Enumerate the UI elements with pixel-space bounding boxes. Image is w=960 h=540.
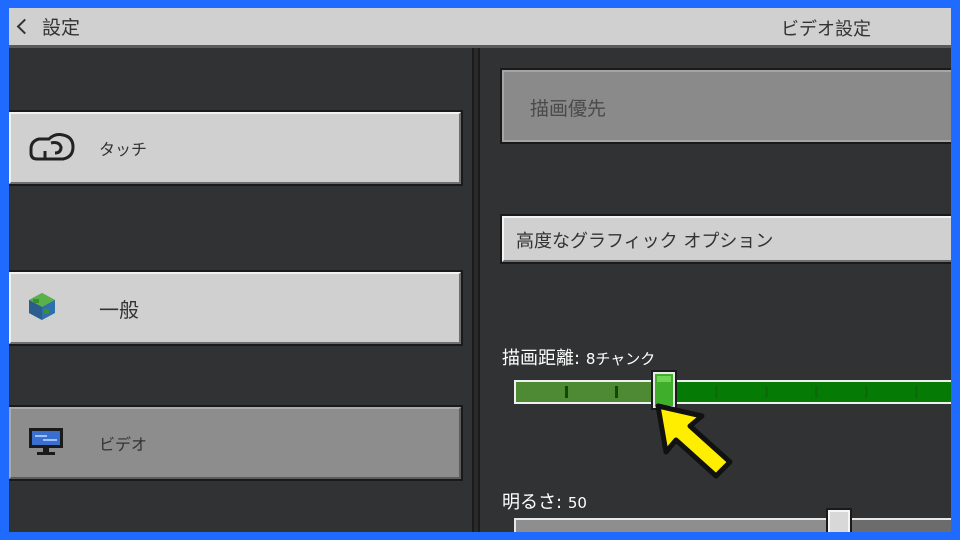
sidebar-item-general[interactable]: 一般 — [9, 270, 463, 346]
back-label: 設定 — [42, 17, 81, 39]
slider-step-tick — [865, 386, 868, 398]
brightness-slider-fill — [516, 520, 841, 532]
slider-step-tick — [615, 386, 618, 398]
slider-step-tick — [565, 386, 568, 398]
brightness-value: 50 — [567, 494, 587, 512]
sidebar-item-video[interactable]: ビデオ — [9, 405, 463, 481]
sidebar-item-label: 一般 — [99, 297, 139, 322]
graphics-mode-dropdown[interactable]: 描画優先 — [500, 68, 951, 144]
render-distance-slider-track[interactable] — [514, 380, 951, 404]
brightness-label: 明るさ: 50 — [502, 488, 587, 514]
slider-step-tick — [765, 386, 768, 398]
chevron-left-icon — [16, 18, 33, 35]
touch-hand-icon — [27, 129, 79, 167]
monitor-icon — [27, 426, 65, 460]
sidebar-item-touch[interactable]: タッチ — [9, 110, 463, 186]
render-distance-label: 描画距離: 8チャンク — [502, 344, 655, 370]
render-distance-slider-fill — [516, 382, 666, 402]
page-title: ビデオ設定 — [781, 19, 871, 40]
render-distance-title: 描画距離: — [502, 348, 581, 369]
brightness-title: 明るさ: — [502, 492, 563, 513]
brightness-slider-handle[interactable] — [826, 508, 852, 532]
render-distance-value: 8チャンク — [585, 350, 656, 368]
header-bar: 設定 ビデオ設定 — [9, 8, 951, 48]
settings-sidebar: タッチ 一般 一般 — [9, 48, 472, 532]
pointer-arrow-icon — [650, 402, 740, 486]
advanced-graphics-label: 高度なグラフィック オプション — [516, 231, 774, 252]
graphics-mode-value: 描画優先 — [530, 98, 607, 120]
globe-icon — [27, 291, 57, 325]
sidebar-item-label: タッチ — [99, 140, 148, 159]
brightness-slider-track[interactable] — [514, 518, 951, 532]
video-settings-panel: 描画優先 高度なグラフィック オプション 描画距離: 8チャンク 明るさ: 50 — [480, 48, 951, 532]
sidebar-item-label: ビデオ — [99, 435, 148, 454]
back-button[interactable]: 設定 — [9, 8, 129, 45]
advanced-graphics-button[interactable]: 高度なグラフィック オプション — [500, 214, 951, 264]
slider-step-tick — [815, 386, 818, 398]
panel-divider — [472, 48, 480, 532]
slider-step-tick — [715, 386, 718, 398]
screen-frame: 設定 ビデオ設定 タッチ 一般 ビデオ 描画優先 高度なグラフィック オプション… — [9, 8, 951, 532]
slider-step-tick — [915, 386, 918, 398]
